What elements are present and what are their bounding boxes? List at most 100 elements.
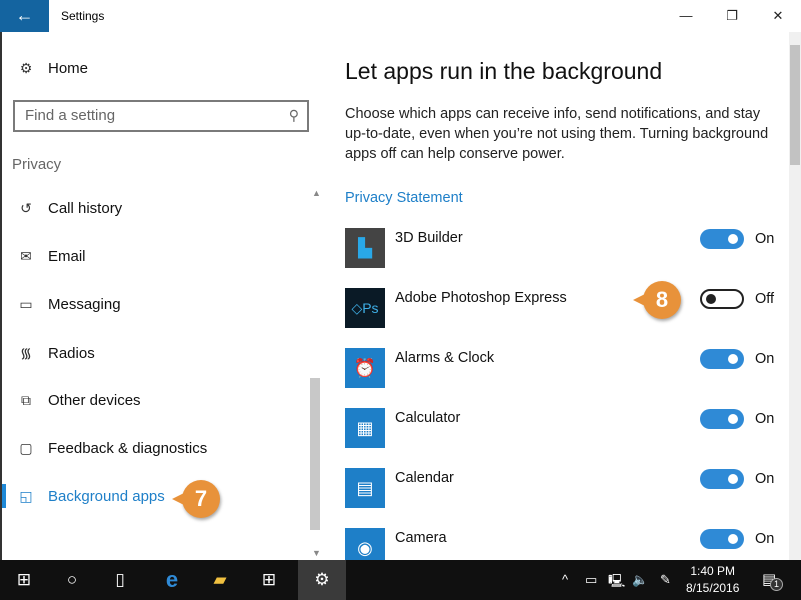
toggle-state: On bbox=[755, 351, 775, 367]
app-row: ▤ Calendar On bbox=[345, 468, 790, 508]
toggle-state: On bbox=[755, 231, 775, 247]
background-toggle[interactable] bbox=[700, 409, 744, 429]
notification-count: 1 bbox=[770, 578, 783, 591]
time: 1:40 PM bbox=[690, 564, 736, 578]
feedback-icon: ▢ bbox=[19, 440, 33, 456]
volume-icon[interactable]: 🔈 bbox=[632, 572, 648, 588]
action-center-icon[interactable]: ▤ 1 bbox=[762, 570, 783, 591]
alarm-clock-icon: ⏰ bbox=[345, 348, 385, 388]
app-row: ◉ Camera On bbox=[345, 528, 790, 560]
network-icon[interactable]: 🖳 bbox=[608, 572, 625, 594]
app-name: Adobe Photoshop Express bbox=[395, 290, 567, 306]
gear-icon: ⚙ bbox=[19, 60, 33, 76]
sidebar-item-feedback[interactable]: ▢ Feedback & diagnostics bbox=[16, 440, 207, 457]
cortana-button[interactable]: ○ bbox=[48, 560, 96, 600]
step-callout-8: 8 bbox=[633, 281, 681, 319]
app-row: ⏰ Alarms & Clock On bbox=[345, 348, 790, 388]
sidebar-item-background-apps[interactable]: ◱ Background apps bbox=[16, 488, 165, 505]
background-toggle[interactable] bbox=[700, 289, 744, 309]
background-toggle[interactable] bbox=[700, 349, 744, 369]
gear-icon: ⚙ bbox=[314, 570, 330, 589]
app-name: Calendar bbox=[395, 470, 454, 486]
sidebar-item-messaging[interactable]: ▭ Messaging bbox=[16, 296, 121, 313]
calculator-icon: ▦ bbox=[345, 408, 385, 448]
toggle-state: On bbox=[755, 531, 775, 547]
sidebar-scroll-down[interactable]: ▼ bbox=[312, 548, 321, 558]
start-button[interactable]: ⊞ bbox=[0, 560, 48, 600]
date: 8/15/2016 bbox=[686, 581, 740, 595]
camera-icon: ◉ bbox=[345, 528, 385, 560]
task-view-icon: ▯ bbox=[115, 570, 125, 589]
task-view-button[interactable]: ▯ bbox=[96, 560, 144, 600]
app-name: Camera bbox=[395, 530, 447, 546]
arrow-left-icon: ← bbox=[15, 5, 34, 25]
search-icon: ⚲ bbox=[288, 107, 299, 123]
search-placeholder: Find a setting bbox=[25, 107, 116, 124]
app-row: ◇Ps Adobe Photoshop Express Off bbox=[345, 288, 790, 328]
edge-button[interactable]: e bbox=[148, 560, 196, 600]
edge-icon: e bbox=[165, 567, 179, 592]
toggle-state: Off bbox=[755, 291, 775, 307]
calendar-icon: ▤ bbox=[345, 468, 385, 508]
sidebar-item-label: Email bbox=[48, 248, 86, 265]
show-hidden-icons[interactable]: ^ bbox=[562, 572, 568, 587]
sidebar-item-email[interactable]: ✉ Email bbox=[16, 248, 86, 265]
close-button[interactable]: ✕ bbox=[755, 0, 801, 32]
3d-builder-icon: ▙ bbox=[345, 228, 385, 268]
step-callout-7: 7 bbox=[172, 480, 220, 518]
home-link[interactable]: ⚙ Home bbox=[16, 60, 88, 77]
taskbar: ⊞ ○ ▯ e ▰ ⊞ ⚙ ^ ▭ 🖳 🔈 ✎ 1:40 PM 8/15/2016… bbox=[0, 560, 801, 600]
sidebar-item-label: Messaging bbox=[48, 296, 121, 313]
folder-icon: ▰ bbox=[213, 570, 227, 589]
background-toggle[interactable] bbox=[700, 469, 744, 489]
page-description: Choose which apps can receive info, send… bbox=[345, 106, 769, 162]
app-row: ▙ 3D Builder On bbox=[345, 228, 790, 268]
app-row: ▦ Calculator On bbox=[345, 408, 790, 448]
sidebar-item-label: Other devices bbox=[48, 392, 141, 409]
sidebar-item-label: Feedback & diagnostics bbox=[48, 440, 208, 457]
windows-logo-icon: ⊞ bbox=[16, 570, 32, 589]
maximize-button[interactable]: ❐ bbox=[709, 0, 755, 32]
sidebar-item-radios[interactable]: ᯾ Radios bbox=[16, 344, 95, 363]
app-name: Alarms & Clock bbox=[395, 350, 495, 366]
sidebar-item-label: Call history bbox=[48, 200, 123, 217]
circle-icon: ○ bbox=[66, 570, 78, 589]
battery-icon[interactable]: ▭ bbox=[585, 572, 597, 588]
home-label: Home bbox=[48, 60, 89, 77]
sidebar-scrollbar[interactable] bbox=[310, 378, 320, 530]
mail-icon: ✉ bbox=[20, 248, 32, 264]
background-apps-icon: ◱ bbox=[19, 488, 33, 504]
devices-icon: ⧉ bbox=[21, 392, 31, 408]
privacy-statement-link[interactable]: Privacy Statement bbox=[345, 190, 463, 206]
app-name: Calculator bbox=[395, 410, 461, 426]
sidebar-item-label: Radios bbox=[48, 345, 95, 362]
page-title: Let apps run in the background bbox=[345, 58, 663, 84]
selection-indicator bbox=[2, 484, 6, 508]
settings-taskbar-button[interactable]: ⚙ bbox=[298, 560, 346, 600]
store-button[interactable]: ⊞ bbox=[245, 560, 293, 600]
sidebar-item-call-history[interactable]: ↺ Call history bbox=[16, 200, 122, 217]
sidebar-item-other-devices[interactable]: ⧉ Other devices bbox=[16, 392, 141, 409]
store-icon: ⊞ bbox=[261, 570, 277, 589]
window-title: Settings bbox=[61, 9, 105, 23]
section-title: Privacy bbox=[12, 156, 62, 173]
minimize-button[interactable]: — bbox=[663, 0, 709, 32]
chat-icon: ▭ bbox=[19, 296, 33, 312]
clock[interactable]: 1:40 PM 8/15/2016 bbox=[686, 563, 739, 597]
radio-tower-icon: ᯾ bbox=[20, 345, 32, 361]
background-toggle[interactable] bbox=[700, 529, 744, 549]
background-toggle[interactable] bbox=[700, 229, 744, 249]
main-scrollbar-thumb[interactable] bbox=[790, 45, 800, 165]
toggle-state: On bbox=[755, 411, 775, 427]
toggle-state: On bbox=[755, 471, 775, 487]
app-name: 3D Builder bbox=[395, 230, 463, 246]
photoshop-express-icon: ◇Ps bbox=[345, 288, 385, 328]
search-input[interactable]: Find a setting ⚲ bbox=[13, 100, 309, 132]
history-icon: ↺ bbox=[20, 200, 32, 216]
window-border bbox=[0, 32, 2, 560]
sidebar-item-label: Background apps bbox=[48, 488, 165, 505]
file-explorer-button[interactable]: ▰ bbox=[196, 560, 244, 600]
pen-icon[interactable]: ✎ bbox=[660, 572, 671, 588]
sidebar-scroll-up[interactable]: ▲ bbox=[312, 188, 321, 198]
back-button[interactable]: ← bbox=[0, 0, 49, 32]
